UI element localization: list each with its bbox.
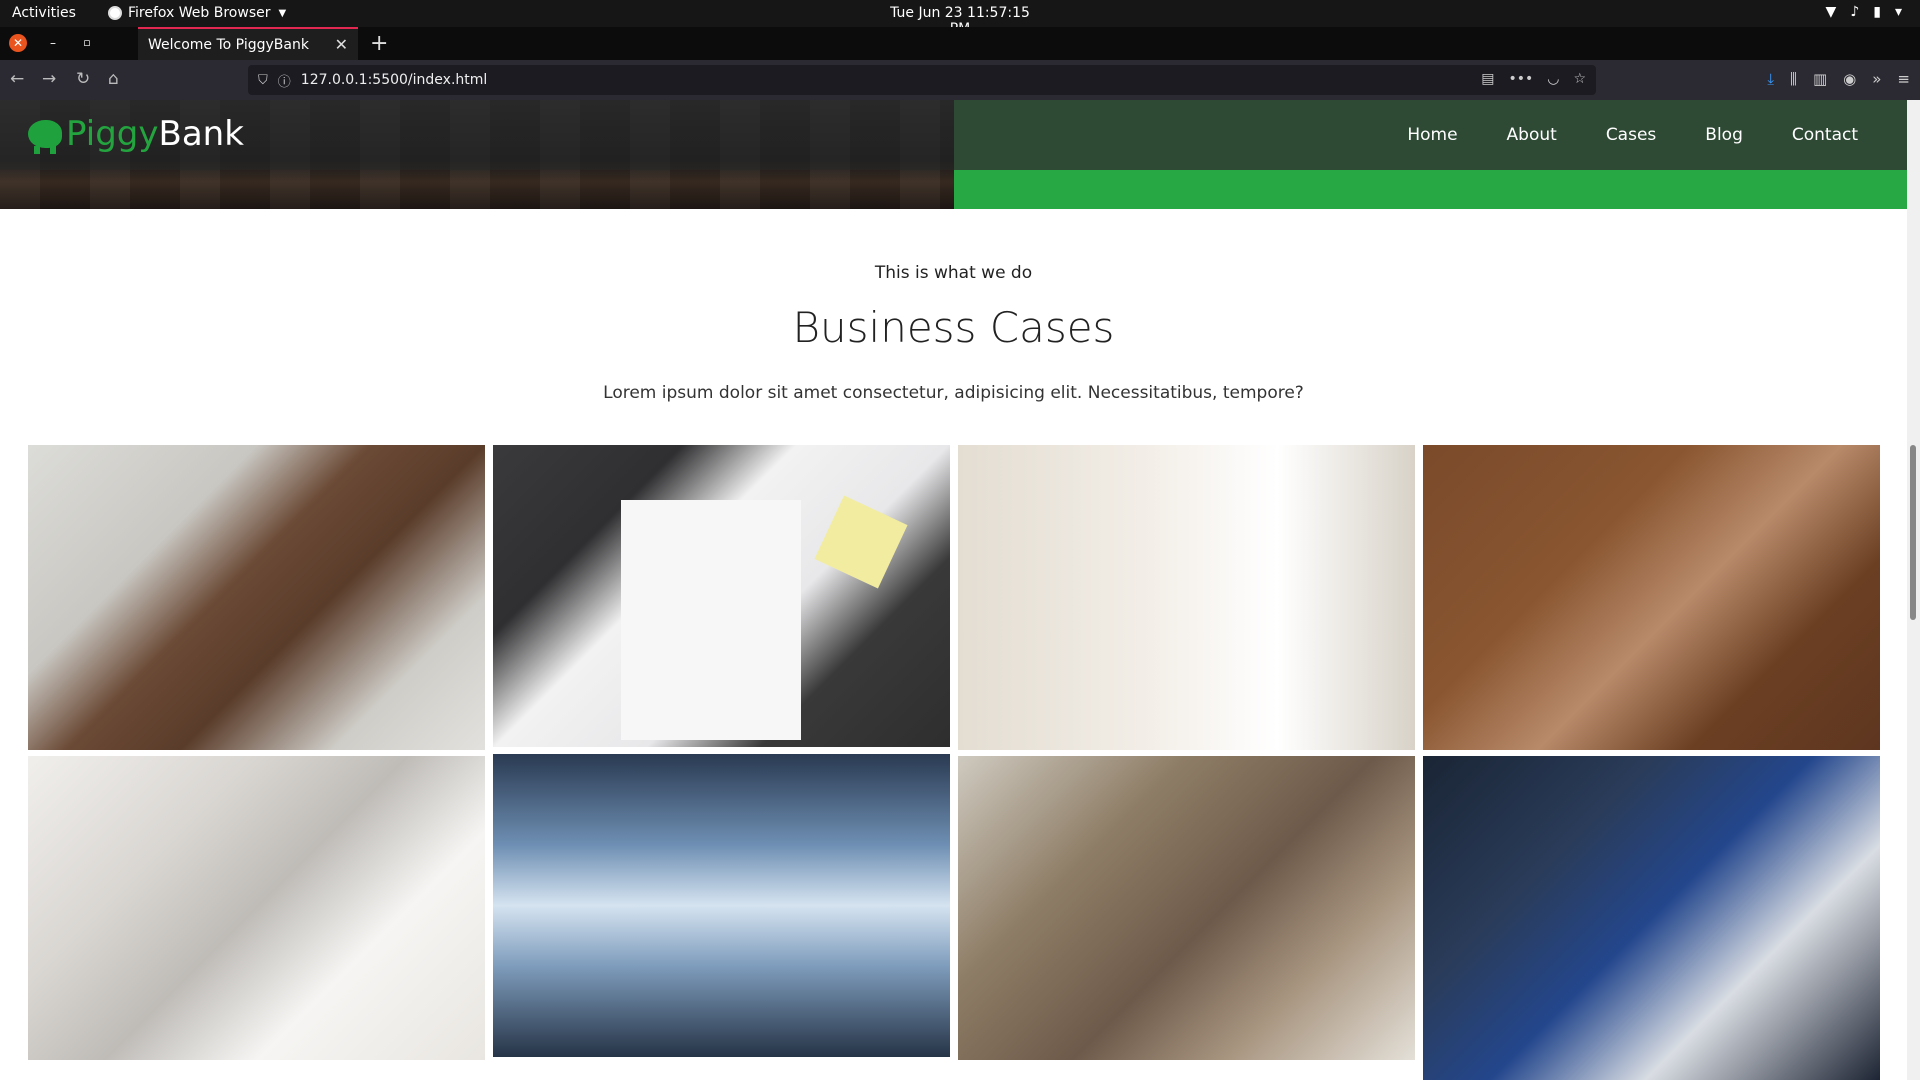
piggy-bank-icon: [28, 120, 62, 154]
nav-about[interactable]: About: [1507, 125, 1557, 145]
system-top-bar: Activities Firefox Web Browser ▼ Tue Jun…: [0, 0, 1920, 37]
photo-office-woman-glasses[interactable]: [958, 756, 1415, 1060]
window-restore-icon[interactable]: ▫: [78, 34, 96, 52]
forward-icon[interactable]: →: [42, 69, 56, 89]
reader-view-icon[interactable]: ▤: [1481, 71, 1494, 87]
page-scrollbar[interactable]: [1907, 100, 1920, 1080]
photo-team-meeting-table[interactable]: [28, 445, 485, 750]
chevron-down-icon[interactable]: ▾: [1895, 4, 1902, 20]
tracking-shield-icon[interactable]: ⛉: [258, 73, 268, 88]
menu-icon[interactable]: ≡: [1897, 70, 1910, 88]
url-bar[interactable]: ⛉ ⓘ 127.0.0.1:5500/index.html ▤ ••• ◡ ☆: [248, 65, 1596, 95]
chevron-down-icon: ▼: [278, 7, 287, 19]
tab-title: Welcome To PiggyBank: [148, 36, 309, 53]
photo-charts-laptop-desk[interactable]: [493, 445, 950, 747]
new-tab-icon[interactable]: +: [370, 31, 388, 56]
logo-text-piggy: Piggy: [66, 114, 159, 154]
wifi-icon[interactable]: ▼: [1826, 4, 1837, 20]
url-text[interactable]: 127.0.0.1:5500/index.html: [301, 72, 488, 88]
browser-toolbar: ← → ↻ ⌂ ⛉ ⓘ 127.0.0.1:5500/index.html ▤ …: [0, 60, 1920, 100]
home-icon[interactable]: ⌂: [108, 69, 119, 89]
library-icon[interactable]: ⫼: [1790, 70, 1797, 88]
sidebar-icon[interactable]: ▥: [1813, 70, 1827, 88]
tab-strip: ✕ – ▫ Welcome To PiggyBank ✕ +: [0, 27, 1920, 60]
window-minimize-icon[interactable]: –: [44, 34, 62, 52]
logo-text-bank: Bank: [158, 114, 244, 154]
photo-handshake[interactable]: [958, 445, 1415, 750]
section-eyebrow: This is what we do: [874, 263, 1033, 283]
volume-icon[interactable]: ♪: [1850, 4, 1859, 20]
section-lead: Lorem ipsum dolor sit amet consectetur, …: [603, 383, 1304, 403]
reload-icon[interactable]: ↻: [76, 69, 90, 89]
photo-laptop-typing[interactable]: [28, 756, 485, 1060]
photo-smiling-colleagues[interactable]: [1423, 756, 1880, 1080]
app-menu-label: Firefox Web Browser: [128, 5, 271, 21]
activities-button[interactable]: Activities: [12, 5, 76, 21]
app-menu[interactable]: Firefox Web Browser ▼: [108, 5, 286, 21]
site-logo[interactable]: Piggy Bank: [28, 114, 244, 154]
photo-team-hands-stacked[interactable]: [1423, 445, 1880, 750]
pocket-icon[interactable]: ◡: [1547, 71, 1559, 87]
account-icon[interactable]: ◉: [1843, 70, 1856, 88]
tab-active[interactable]: Welcome To PiggyBank ✕: [138, 27, 358, 60]
battery-icon[interactable]: ▮: [1873, 4, 1881, 20]
page-actions-icon[interactable]: •••: [1508, 71, 1533, 87]
bookmark-star-icon[interactable]: ☆: [1573, 71, 1586, 87]
nav-home[interactable]: Home: [1407, 125, 1457, 145]
nav-cases[interactable]: Cases: [1606, 125, 1656, 145]
firefox-icon: [108, 6, 122, 20]
nav-blog[interactable]: Blog: [1705, 125, 1743, 145]
back-icon[interactable]: ←: [10, 69, 24, 89]
photo-skyscrapers[interactable]: [493, 754, 950, 1057]
site-header: Piggy Bank Home About Cases Blog Contact: [0, 100, 1907, 170]
main-nav: Home About Cases Blog Contact: [1407, 100, 1907, 170]
downloads-icon[interactable]: ⤓: [1767, 70, 1774, 88]
site-info-icon[interactable]: ⓘ: [278, 71, 291, 90]
window-close-icon[interactable]: ✕: [9, 34, 27, 52]
section-title: Business Cases: [792, 303, 1115, 352]
scrollbar-thumb[interactable]: [1910, 445, 1916, 620]
nav-contact[interactable]: Contact: [1792, 125, 1858, 145]
page-viewport: Piggy Bank Home About Cases Blog Contact…: [0, 100, 1907, 1080]
system-tray[interactable]: ▼ ♪ ▮ ▾: [1826, 4, 1902, 20]
overflow-icon[interactable]: »: [1872, 70, 1881, 88]
tab-close-icon[interactable]: ✕: [335, 35, 348, 54]
